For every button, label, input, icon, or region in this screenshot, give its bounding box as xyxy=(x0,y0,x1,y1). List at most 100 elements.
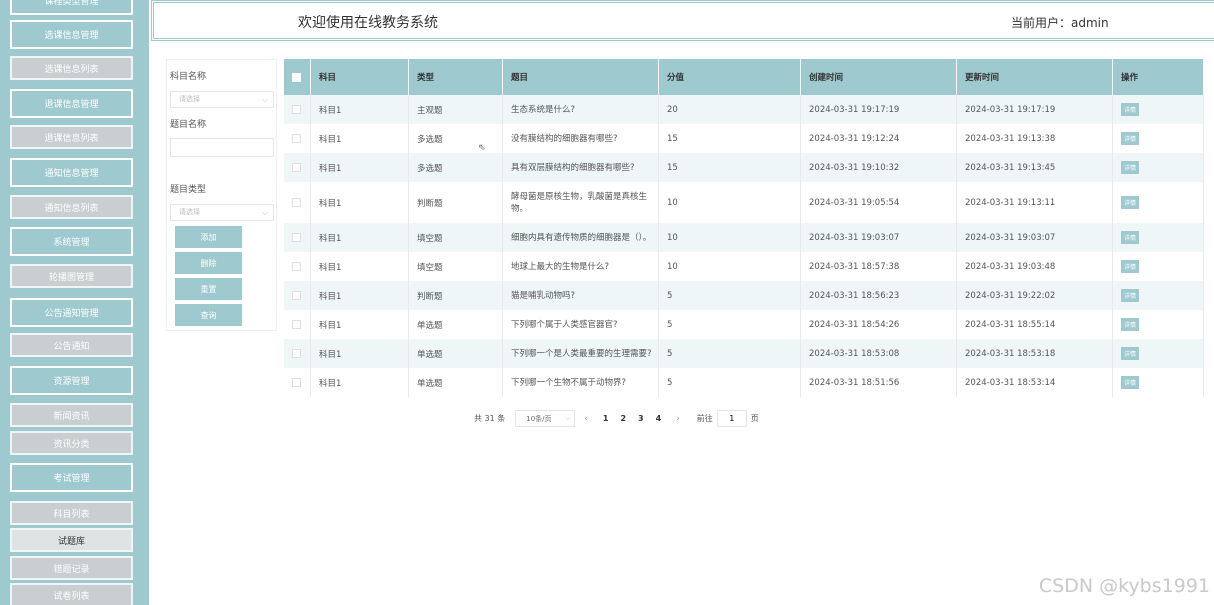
cell-score: 5 xyxy=(659,368,801,397)
table-row[interactable]: 科目1 判断题 猫是哺乳动物吗? 5 2024-03-31 18:56:23 2024-0… xyxy=(284,281,1204,310)
row-select-cell xyxy=(284,223,311,252)
row-checkbox[interactable] xyxy=(292,291,301,300)
sidebar-item[interactable]: 系统管理 xyxy=(10,227,133,256)
cell-subject: 科目1 xyxy=(311,281,409,310)
goto-page-input[interactable] xyxy=(716,410,747,427)
detail-button[interactable]: 详情 xyxy=(1121,376,1140,389)
table-row[interactable]: 科目1 多选题 具有双层膜结构的细胞器有哪些? 15 2024-03-31 19:10:… xyxy=(284,153,1204,182)
sidebar-item[interactable]: 课程类型管理 xyxy=(10,0,133,15)
cell-question: 下列哪一个是人类最重要的生理需要? xyxy=(503,339,659,368)
row-checkbox[interactable] xyxy=(292,163,301,172)
table-row[interactable]: 科目1 多选题 没有膜结构的细胞器有哪些? 15 2024-03-31 19:12:24… xyxy=(284,124,1204,153)
sidebar-item[interactable]: 选课信息管理 xyxy=(10,20,133,49)
detail-button[interactable]: 详情 xyxy=(1121,347,1140,360)
subject-label: 科目名称 xyxy=(170,72,207,82)
sidebar-item[interactable]: 试卷列表 xyxy=(10,583,133,605)
page-size-select[interactable]: 10条/页 ⌵ xyxy=(515,410,576,427)
type-placeholder: 请选择 xyxy=(179,208,200,216)
row-select-cell xyxy=(284,310,311,339)
page-number[interactable]: 4 xyxy=(656,414,662,423)
cell-subject: 科目1 xyxy=(311,252,409,281)
sidebar-item[interactable]: 退课信息管理 xyxy=(10,89,133,118)
sidebar-item[interactable]: 考试管理 xyxy=(10,463,133,492)
select-all-checkbox[interactable] xyxy=(292,72,301,82)
page-suffix: 页 xyxy=(750,414,759,423)
sidebar-item[interactable]: 公告通知管理 xyxy=(10,298,133,327)
cell-created: 2024-03-31 19:03:07 xyxy=(801,223,957,252)
row-checkbox[interactable] xyxy=(292,320,301,329)
cell-question: 下列哪一个生物不属于动物界? xyxy=(503,368,659,397)
sidebar-item[interactable]: 通知信息列表 xyxy=(10,195,133,219)
detail-button[interactable]: 详情 xyxy=(1121,289,1140,302)
watermark: CSDN @kybs1991 xyxy=(1038,575,1210,597)
sidebar-item[interactable]: 科目列表 xyxy=(10,501,133,525)
detail-button[interactable]: 详情 xyxy=(1121,260,1140,273)
sidebar-item[interactable]: 退课信息列表 xyxy=(10,125,133,149)
cell-actions: 详情 xyxy=(1113,281,1204,310)
add-button[interactable]: 添加 xyxy=(175,226,242,248)
sidebar-item[interactable]: 新闻资讯 xyxy=(10,403,133,427)
title-label: 题目名称 xyxy=(170,120,207,130)
query-button[interactable]: 查询 xyxy=(175,304,242,326)
detail-button[interactable]: 详情 xyxy=(1121,231,1140,244)
sidebar: 课程类型管理选课信息管理选课信息列表退课信息管理退课信息列表通知信息管理通知信息… xyxy=(0,0,149,605)
row-checkbox[interactable] xyxy=(292,349,301,358)
cell-updated: 2024-03-31 19:03:48 xyxy=(957,252,1113,281)
table-row[interactable]: 科目1 填空题 地球上最大的生物是什么? 10 2024-03-31 18:57:38 2… xyxy=(284,252,1204,281)
row-checkbox[interactable] xyxy=(292,378,301,387)
cell-subject: 科目1 xyxy=(311,310,409,339)
page-number[interactable]: 1 xyxy=(603,414,609,423)
table-row[interactable]: 科目1 主观题 生态系统是什么? 20 2024-03-31 19:17:19 2024-… xyxy=(284,95,1204,124)
next-page-icon[interactable]: › xyxy=(676,414,680,424)
table-row[interactable]: 科目1 单选题 下列哪一个生物不属于动物界? 5 2024-03-31 18:51:56… xyxy=(284,368,1204,397)
row-select-cell xyxy=(284,95,311,124)
sidebar-item[interactable]: 资源管理 xyxy=(10,366,133,395)
mouse-cursor-icon: ⇖ xyxy=(478,143,486,153)
cell-score: 15 xyxy=(659,153,801,182)
title-input[interactable] xyxy=(170,138,274,157)
prev-page-icon[interactable]: ‹ xyxy=(584,414,588,424)
pagination: 共 31 条 10条/页 ⌵ ‹ 1 2 3 4 › 前往 页 xyxy=(474,410,759,427)
subject-select[interactable]: 请选择 ⌵ xyxy=(170,91,274,108)
row-checkbox[interactable] xyxy=(292,105,301,114)
reset-button[interactable]: 重置 xyxy=(175,278,242,300)
row-checkbox[interactable] xyxy=(292,233,301,242)
header-type: 类型 xyxy=(409,59,503,95)
sidebar-item[interactable]: 选课信息列表 xyxy=(10,56,133,80)
subject-placeholder: 请选择 xyxy=(179,95,200,103)
cell-question: 细胞内具有遗传物质的细胞器是（）。 xyxy=(503,223,659,252)
type-label: 题目类型 xyxy=(170,185,207,195)
cell-updated: 2024-03-31 19:03:07 xyxy=(957,223,1113,252)
cell-type: 判断题 xyxy=(409,281,503,310)
detail-button[interactable]: 详情 xyxy=(1121,196,1140,209)
table-row[interactable]: 科目1 判断题 酵母菌是原核生物，乳酸菌是真核生物。 10 2024-03-31 19:… xyxy=(284,182,1204,223)
detail-button[interactable]: 详情 xyxy=(1121,161,1140,174)
table-row[interactable]: 科目1 填空题 细胞内具有遗传物质的细胞器是（）。 10 2024-03-31 19:0… xyxy=(284,223,1204,252)
table-row[interactable]: 科目1 单选题 下列哪一个是人类最重要的生理需要? 5 2024-03-31 18:53… xyxy=(284,339,1204,368)
page-number[interactable]: 2 xyxy=(620,414,626,423)
sidebar-item-label: 通知信息列表 xyxy=(44,203,99,214)
row-checkbox[interactable] xyxy=(292,198,301,207)
sidebar-item[interactable]: 通知信息管理 xyxy=(10,158,133,187)
cell-updated: 2024-03-31 19:17:19 xyxy=(957,95,1113,124)
type-select[interactable]: 请选择 ⌵ xyxy=(170,204,274,221)
page-number[interactable]: 3 xyxy=(638,414,644,423)
table-row[interactable]: 科目1 单选题 下列哪个属于人类感官器官? 5 2024-03-31 18:54:26 2… xyxy=(284,310,1204,339)
detail-button[interactable]: 详情 xyxy=(1121,132,1140,145)
sidebar-item[interactable]: 轮播图管理 xyxy=(10,264,133,288)
row-checkbox[interactable] xyxy=(292,134,301,143)
cell-subject: 科目1 xyxy=(311,182,409,223)
delete-button[interactable]: 删除 xyxy=(175,252,242,274)
sidebar-item[interactable]: 资讯分类 xyxy=(10,431,133,455)
sidebar-item[interactable]: 错题记录 xyxy=(10,556,133,580)
row-checkbox[interactable] xyxy=(292,262,301,271)
cell-actions: 详情 xyxy=(1113,95,1204,124)
detail-button[interactable]: 详情 xyxy=(1121,318,1140,331)
cell-question: 生态系统是什么? xyxy=(503,95,659,124)
detail-button[interactable]: 详情 xyxy=(1121,103,1140,116)
cell-subject: 科目1 xyxy=(311,368,409,397)
sidebar-item[interactable]: 试题库 xyxy=(10,528,133,552)
cell-created: 2024-03-31 19:17:19 xyxy=(801,95,957,124)
page-size-value: 10条/页 xyxy=(526,414,552,423)
sidebar-item[interactable]: 公告通知 xyxy=(10,333,133,357)
